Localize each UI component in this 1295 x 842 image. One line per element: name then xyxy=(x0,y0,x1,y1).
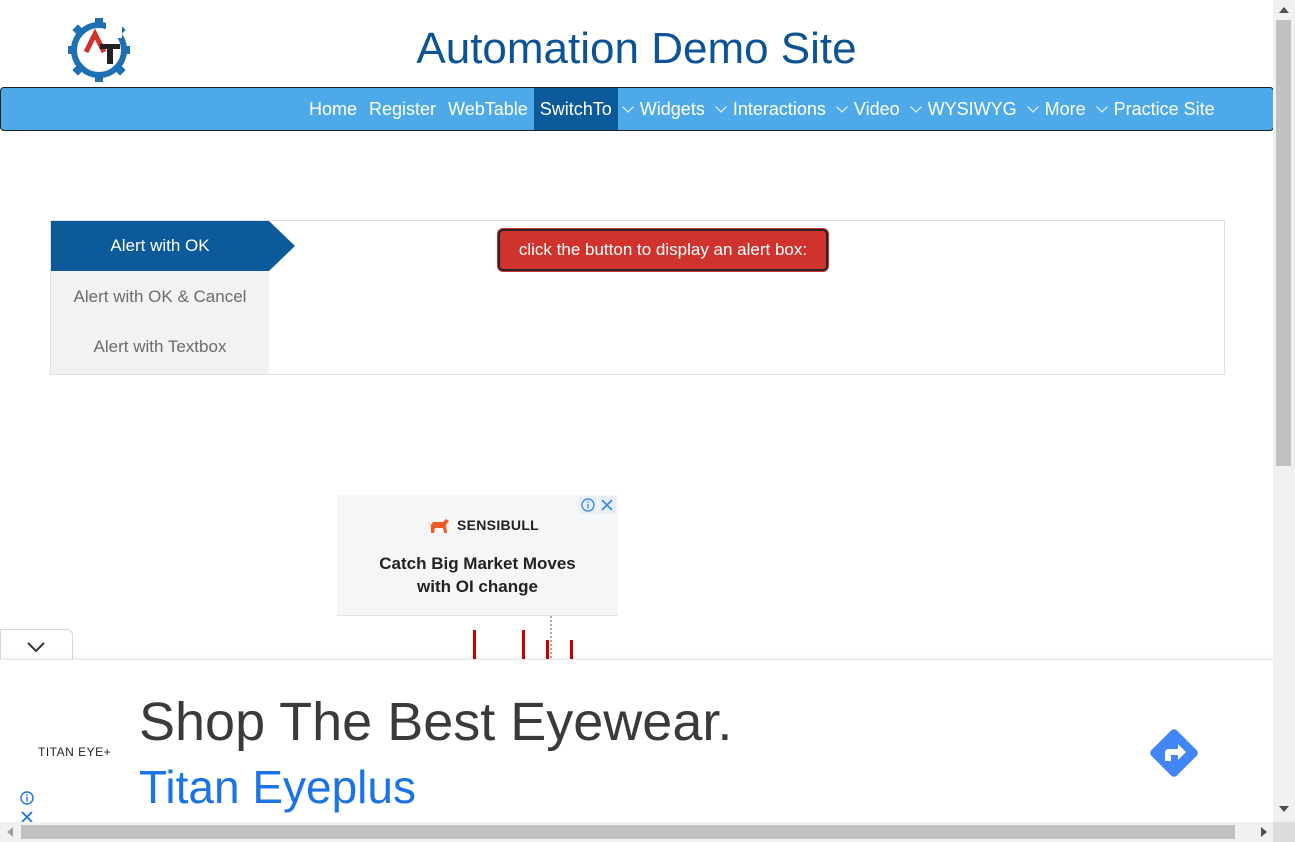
directions-arrow-icon[interactable] xyxy=(1144,723,1204,783)
nav-interactions[interactable]: Interactions xyxy=(711,88,832,130)
ad-headline-line2: with OI change xyxy=(417,577,538,596)
tab-alert-with-textbox[interactable]: Alert with Textbox xyxy=(51,322,269,372)
tab-alert-with-ok[interactable]: Alert with OK xyxy=(51,221,295,271)
chevron-down-icon xyxy=(1026,101,1039,113)
scroll-up-icon[interactable] xyxy=(1279,7,1289,13)
ad-choices xyxy=(578,496,616,514)
close-icon[interactable] xyxy=(598,496,616,514)
nav-video[interactable]: Video xyxy=(832,88,906,130)
info-icon[interactable] xyxy=(20,791,34,805)
chevron-down-icon xyxy=(909,101,922,113)
nav-widgets[interactable]: Widgets xyxy=(618,88,711,130)
nav-more[interactable]: More xyxy=(1023,88,1092,130)
nav-home[interactable]: Home xyxy=(303,88,363,130)
bottom-banner-ad[interactable]: TITAN EYE+ Shop The Best Eyewear. Titan … xyxy=(0,659,1273,823)
nav-home-label: Home xyxy=(309,98,358,119)
tab-alert-with-ok-cancel[interactable]: Alert with OK & Cancel xyxy=(51,271,269,322)
nav-wysiwyg[interactable]: WYSIWYG xyxy=(906,88,1023,130)
scroll-right-icon[interactable] xyxy=(1261,827,1267,837)
ad-chart-graphic xyxy=(473,616,573,665)
collapse-ad-button[interactable] xyxy=(0,629,73,661)
tab-label: Alert with OK & Cancel xyxy=(73,286,247,306)
site-title: Automation Demo Site xyxy=(416,24,857,73)
scroll-down-icon[interactable] xyxy=(1279,806,1289,812)
nav-wysiwyg-label: WYSIWYG xyxy=(927,98,1017,119)
nav-video-label: Video xyxy=(853,98,900,119)
ad-headline-line1: Catch Big Market Moves xyxy=(379,554,576,573)
ad-subline: Titan Eyeplus xyxy=(139,761,416,813)
square-ad[interactable]: SENSIBULL Catch Big Market Moves with OI… xyxy=(337,495,618,665)
ad-headline: Catch Big Market Moves with OI change xyxy=(337,552,618,598)
chevron-down-icon xyxy=(27,642,45,653)
nav-webtable-label: WebTable xyxy=(448,98,528,119)
scroll-left-icon[interactable] xyxy=(7,827,13,837)
alert-tab-list: Alert with OK Alert with OK & Cancel Ale… xyxy=(51,221,295,374)
nav-practice-site[interactable]: Practice Site xyxy=(1092,88,1221,130)
nav-webtable[interactable]: WebTable xyxy=(442,88,534,130)
ad-headline: Shop The Best Eyewear. xyxy=(139,692,733,752)
display-alert-button[interactable]: click the button to display an alert box… xyxy=(498,229,828,271)
nav-register-label: Register xyxy=(369,98,437,119)
ad-brand: SENSIBULL xyxy=(457,517,540,533)
info-icon[interactable] xyxy=(579,496,597,514)
ad-brand: TITAN EYE+ xyxy=(38,745,112,759)
nav-register[interactable]: Register xyxy=(363,88,442,130)
ad-chart-image xyxy=(337,615,618,665)
horizontal-scroll-thumb[interactable] xyxy=(21,825,1235,839)
nav-interactions-label: Interactions xyxy=(732,98,826,119)
tab-label: Alert with OK xyxy=(110,236,210,255)
vertical-scroll-thumb[interactable] xyxy=(1276,20,1291,466)
chevron-down-icon xyxy=(622,101,634,113)
nav-widgets-label: Widgets xyxy=(639,98,705,119)
nav-switchto[interactable]: SwitchTo xyxy=(533,88,618,130)
nav-practice-site-label: Practice Site xyxy=(1113,98,1215,119)
scrollbar-corner xyxy=(1273,822,1295,842)
vertical-scrollbar[interactable] xyxy=(1273,0,1295,822)
chevron-down-icon xyxy=(836,101,848,113)
nav-more-label: More xyxy=(1044,98,1086,119)
chevron-down-icon xyxy=(1095,101,1108,113)
tab-label: Alert with Textbox xyxy=(93,337,227,356)
alert-tab-panel: Alert with OK Alert with OK & Cancel Ale… xyxy=(50,220,1225,375)
bottom-ad-content: TITAN EYE+ Shop The Best Eyewear. Titan … xyxy=(9,667,1264,823)
main-navbar: Home Register WebTable SwitchTo Widgets … xyxy=(0,87,1274,131)
chevron-down-icon xyxy=(715,101,727,113)
horizontal-scrollbar[interactable] xyxy=(0,822,1273,842)
bull-logo-icon xyxy=(427,519,449,533)
nav-switchto-label: SwitchTo xyxy=(539,98,612,119)
